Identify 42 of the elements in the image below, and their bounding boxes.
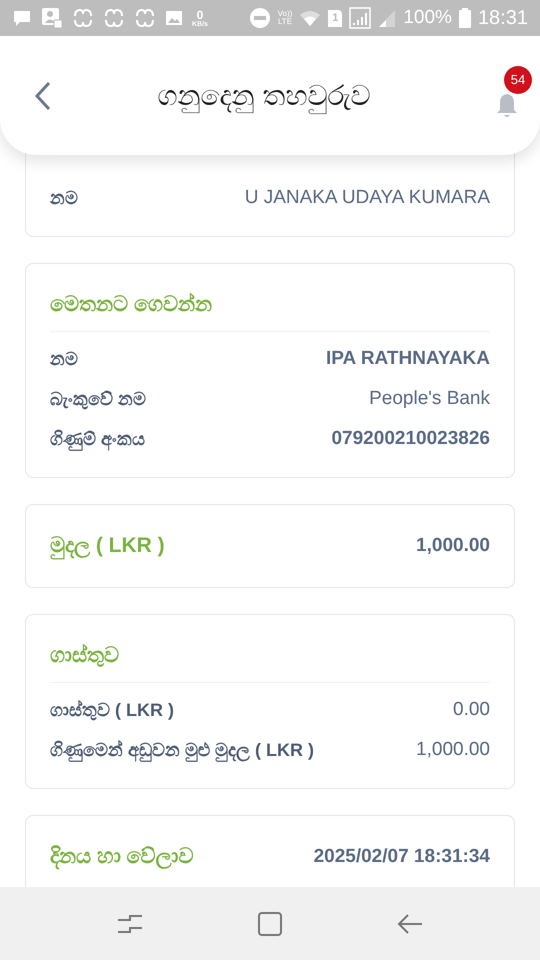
field-label: ගිණුම් අංකය [50, 426, 146, 452]
section-title: මුදල ( LKR ) [50, 533, 165, 562]
signal-icon [349, 7, 372, 29]
loop-icon [103, 8, 125, 28]
battery-percentage: 100% [403, 6, 452, 30]
field-value: People's Bank [369, 386, 490, 411]
lte-label: LTE [278, 18, 292, 26]
message-icon [12, 8, 32, 28]
notification-button[interactable]: 54 [482, 66, 532, 120]
do-not-disturb-icon [248, 7, 271, 29]
image-icon [165, 10, 183, 26]
section-title: දිනය හා වේලාව [50, 844, 194, 872]
loop-icon [134, 8, 156, 28]
section-title: ගාස්තුව [50, 642, 119, 669]
volte-label: Vo)) [278, 10, 292, 18]
section-value: 2025/02/07 18:31:34 [314, 844, 490, 869]
contact-icon [41, 7, 63, 29]
field-label: නම [50, 348, 78, 370]
section-value: 1,000.00 [416, 534, 490, 558]
field-value: U JANAKA UDAYA KUMARA [244, 186, 490, 210]
screen-title: ගනුදෙනු තහවුරුව [56, 74, 482, 116]
battery-icon [458, 8, 471, 28]
bell-icon [495, 92, 519, 118]
section-title: මෙතනට ගෙවන්න [50, 292, 212, 318]
field-label: ගාස්තුව ( LKR ) [50, 698, 174, 722]
notification-badge: 54 [504, 66, 532, 94]
clock: 18:31 [478, 6, 528, 31]
field-value: 079200210023826 [331, 426, 490, 451]
home-icon[interactable] [256, 910, 283, 936]
field-label: බැංකුවේ නම [50, 388, 146, 412]
field-value: 0.00 [453, 698, 490, 722]
back-arrow-icon[interactable] [396, 912, 424, 936]
field-value: 1,000.00 [416, 738, 490, 762]
signal-icon [378, 8, 396, 28]
field-label: ගිණුමෙන් අඩුවන මුළු මුදල ( LKR ) [50, 736, 314, 764]
sim-card-badge: 1 [328, 10, 342, 26]
back-chevron-icon [34, 80, 52, 110]
field-label: නම [50, 186, 78, 210]
loop-icon [72, 8, 94, 28]
network-speed: 0 [196, 8, 204, 20]
field-value: IPA RATHNAYAKA [326, 346, 490, 371]
wifi-icon [299, 9, 322, 27]
